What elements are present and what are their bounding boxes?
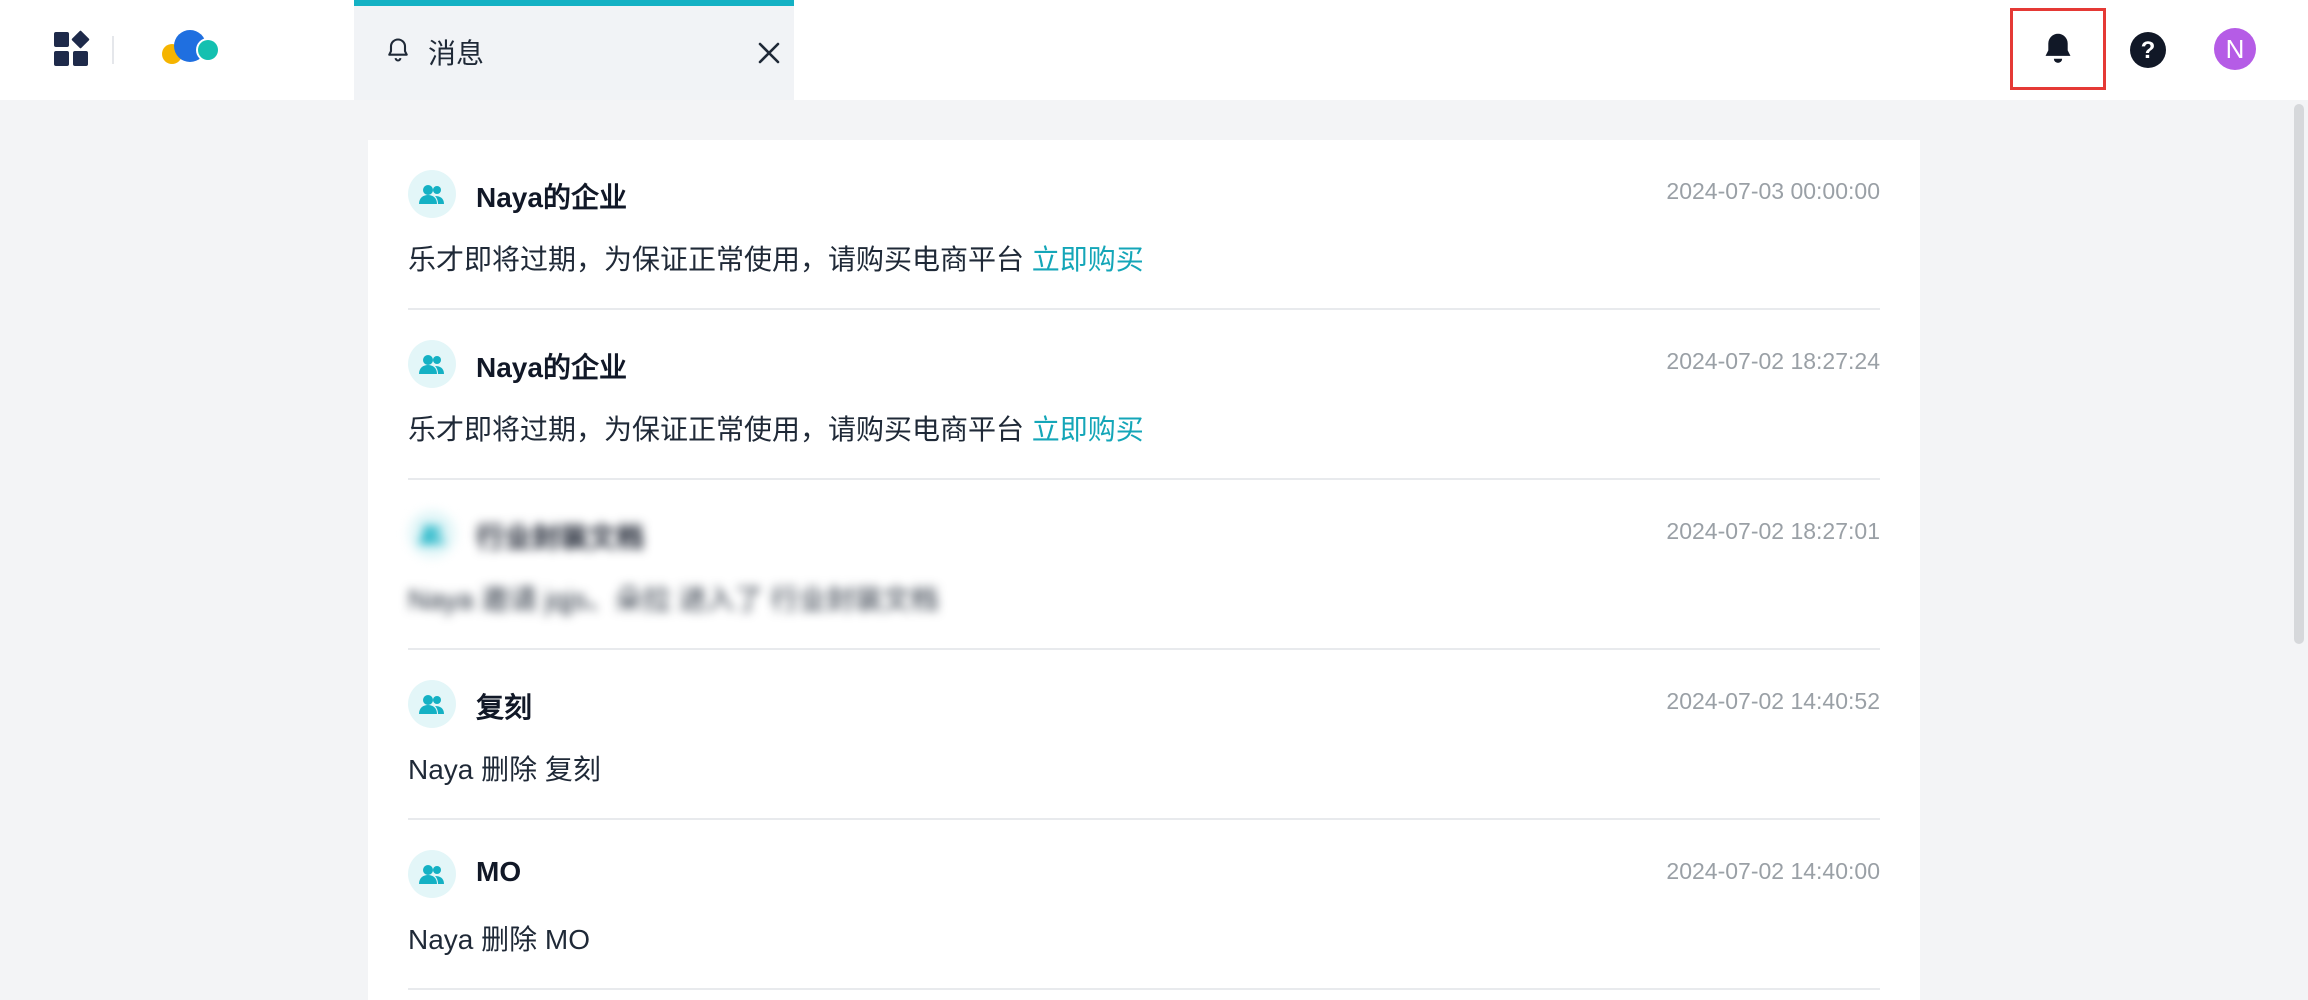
close-icon[interactable] (756, 40, 782, 66)
notification-button[interactable] (2010, 8, 2106, 90)
message-body: Naya 邀请 jqjs、朵拉 进入了 行业封装文档 (408, 578, 939, 618)
message-text: Naya 删除 MO (408, 924, 591, 955)
apps-grid-icon[interactable] (52, 30, 92, 70)
group-icon (408, 680, 456, 728)
buy-now-link[interactable]: 立即购买 (1032, 414, 1144, 445)
scrollbar[interactable] (2294, 104, 2304, 644)
logo (162, 30, 220, 64)
tab-messages[interactable]: 消息 (354, 0, 794, 100)
message-item[interactable]: 行业封装文档 2024-07-02 18:27:01 Naya 邀请 jqjs、… (408, 480, 1880, 650)
message-item[interactable]: Naya的企业 2024-07-02 18:27:24 乐才即将过期，为保证正常… (408, 310, 1880, 480)
bell-outline-icon (388, 38, 408, 62)
message-group-name: 复刻 (476, 692, 533, 723)
group-icon (408, 850, 456, 898)
message-text: Naya 邀请 jqjs、朵拉 进入了 行业封装文档 (408, 584, 939, 615)
divider (112, 36, 114, 64)
message-text: 乐才即将过期，为保证正常使用，请购买电商平台 (408, 414, 1025, 445)
message-time: 2024-07-02 14:40:00 (1666, 858, 1880, 884)
message-time: 2024-07-02 14:40:52 (1666, 688, 1880, 714)
message-text: Naya 删除 复刻 (408, 754, 601, 785)
group-icon (408, 510, 456, 558)
help-icon[interactable]: ? (2128, 30, 2168, 70)
bell-icon (2045, 33, 2071, 63)
top-bar: 消息 ? N (0, 0, 2308, 100)
message-item[interactable]: 复刻 2024-07-02 14:40:52 Naya 删除 复刻 (408, 650, 1880, 820)
message-list: Naya的企业 2024-07-03 00:00:00 乐才即将过期，为保证正常… (368, 140, 1920, 1000)
message-text: 乐才即将过期，为保证正常使用，请购买电商平台 (408, 244, 1025, 275)
svg-text:?: ? (2141, 37, 2156, 64)
message-group-name: MO (476, 856, 522, 887)
group-icon (408, 170, 456, 218)
group-icon (408, 340, 456, 388)
buy-now-link[interactable]: 立即购买 (1032, 244, 1144, 275)
message-time: 2024-07-03 00:00:00 (1666, 178, 1880, 204)
message-body: 乐才即将过期，为保证正常使用，请购买电商平台 立即购买 (408, 238, 1144, 278)
message-body: Naya 删除 复刻 (408, 748, 601, 788)
message-group-name: Naya的企业 (476, 352, 627, 383)
message-group-name: 行业封装文档 (476, 522, 645, 553)
tab-label: 消息 (428, 38, 485, 69)
message-time: 2024-07-02 18:27:24 (1666, 348, 1880, 374)
message-body: Naya 删除 MO (408, 918, 590, 958)
message-item[interactable]: Naya的企业 2024-07-03 00:00:00 乐才即将过期，为保证正常… (408, 140, 1880, 310)
message-group-name: Naya的企业 (476, 182, 627, 213)
avatar[interactable]: N (2214, 28, 2256, 70)
message-body: 乐才即将过期，为保证正常使用，请购买电商平台 立即购买 (408, 408, 1144, 448)
message-time: 2024-07-02 18:27:01 (1666, 518, 1880, 544)
message-item[interactable]: MO 2024-07-02 14:40:00 Naya 删除 MO (408, 820, 1880, 990)
